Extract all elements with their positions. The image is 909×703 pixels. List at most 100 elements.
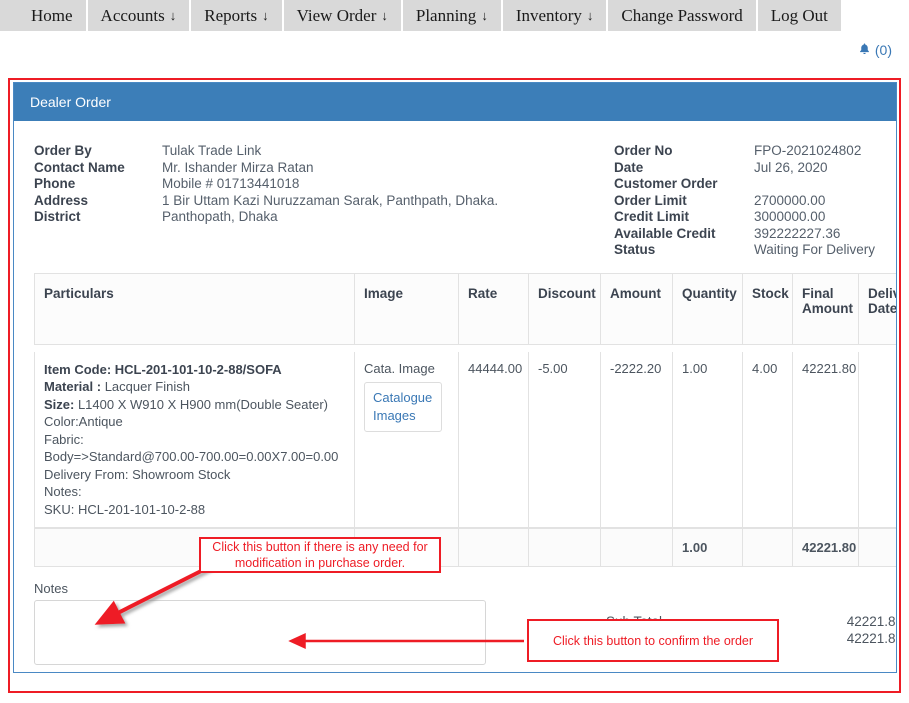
- meta-label: District: [34, 209, 81, 224]
- particular-key: Material :: [44, 379, 102, 394]
- page-title: Dealer Order: [30, 94, 111, 110]
- meta-label: Contact Name: [34, 159, 125, 175]
- particular-delivery-from: Delivery From: Showroom Stock: [44, 466, 231, 482]
- particular-key: Item Code:: [44, 361, 112, 377]
- nav-right-spacer: [842, 0, 909, 31]
- particular-color: Color:Antique: [44, 414, 123, 429]
- nav-item-planning[interactable]: Planning ↓: [402, 0, 501, 31]
- chevron-down-icon: ↓: [481, 8, 488, 23]
- order-items-table: Particulars Image Rate Discount Amount Q…: [34, 272, 896, 567]
- notification-indicator[interactable]: (0): [858, 42, 892, 58]
- nav-item-label: Reports: [204, 6, 258, 25]
- chevron-down-icon: ↓: [262, 8, 269, 23]
- notes-input[interactable]: [34, 600, 486, 665]
- meta-value: 2700000.00: [754, 192, 826, 208]
- nav-item-view-order[interactable]: View Order ↓: [283, 0, 401, 31]
- meta-row-date: Date Jul 26, 2020: [614, 160, 896, 177]
- column-header-discount: Discount: [528, 272, 600, 345]
- nav-item-label: Log Out: [770, 6, 828, 25]
- nav-item-label: Planning: [415, 6, 477, 25]
- table-header-row: Particulars Image Rate Discount Amount Q…: [34, 272, 896, 345]
- catalogue-images-link[interactable]: Catalogue Images: [364, 381, 442, 432]
- cell-quantity: 1.00: [672, 351, 742, 528]
- catalogue-images-link-line1[interactable]: Catalogue: [373, 390, 432, 405]
- panel-body: Order By Tulak Trade Link Contact Name M…: [14, 121, 896, 672]
- particular-sku: SKU: HCL-201-101-10-2-88: [44, 501, 206, 517]
- annotation-confirm-note: Click this button to confirm the order: [527, 619, 779, 662]
- panel-header: Dealer Order: [14, 83, 896, 121]
- meta-row-credit-limit: Credit Limit 3000000.00: [614, 209, 896, 226]
- column-header-rate: Rate: [458, 272, 528, 345]
- meta-value: Jul 26, 2020: [754, 159, 828, 175]
- total-cell-blank-discount: [528, 528, 600, 567]
- meta-row-available-credit: Available Credit 392222227.36: [614, 226, 896, 243]
- meta-row-order-by: Order By Tulak Trade Link: [34, 143, 614, 160]
- meta-value: FPO-2021024802: [754, 143, 862, 158]
- total-cell-blank-rate: [458, 528, 528, 567]
- meta-row-address: Address 1 Bir Uttam Kazi Nuruzzaman Sara…: [34, 193, 614, 210]
- nav-item-label: Accounts: [100, 6, 165, 25]
- table-row: Item Code: HCL-201-101-10-2-88/SOFA Mate…: [34, 351, 896, 528]
- total-cell-blank-stock: [742, 528, 792, 567]
- cell-discount: -5.00: [528, 351, 600, 528]
- catalogue-images-link-line2[interactable]: Images: [373, 408, 416, 423]
- table-header-body-gap: [34, 344, 896, 352]
- annotation-modify-note: Click this button if there is any need f…: [199, 537, 441, 573]
- bell-icon: [858, 42, 871, 58]
- nav-item-log-out[interactable]: Log Out: [757, 0, 841, 31]
- meta-value: 392222227.36: [754, 225, 841, 241]
- nav-item-accounts[interactable]: Accounts ↓: [87, 0, 190, 31]
- nav-item-label: Home: [31, 6, 73, 25]
- meta-label: Phone: [34, 176, 76, 191]
- particular-notes: Notes:: [44, 484, 82, 499]
- chevron-down-icon: ↓: [381, 8, 388, 23]
- order-summary: Order By Tulak Trade Link Contact Name M…: [14, 121, 896, 265]
- meta-row-status: Status Waiting For Delivery: [614, 242, 896, 259]
- meta-value: Tulak Trade Link: [162, 143, 262, 158]
- meta-value: Mr. Ishander Mirza Ratan: [162, 159, 314, 175]
- nav-item-inventory[interactable]: Inventory ↓: [502, 0, 607, 31]
- column-header-delivery-date: Delivery Date: [858, 272, 896, 345]
- meta-row-contact-name: Contact Name Mr. Ishander Mirza Ratan: [34, 160, 614, 177]
- meta-row-phone: Phone Mobile # 01713441018: [34, 176, 614, 193]
- meta-label: Available Credit: [614, 225, 716, 241]
- particular-value: HCL-201-101-10-2-88/SOFA: [111, 361, 282, 377]
- nav-item-label: Inventory: [515, 6, 582, 25]
- meta-label: Address: [34, 192, 89, 208]
- column-header-image: Image: [354, 272, 458, 345]
- column-header-amount: Amount: [600, 272, 672, 345]
- nav-item-reports[interactable]: Reports ↓: [191, 0, 282, 31]
- cell-amount: -2222.20: [600, 351, 672, 528]
- meta-label: Order Limit: [614, 192, 687, 208]
- meta-row-order-no: Order No FPO-2021024802: [614, 143, 896, 160]
- total-cell-blank-delivery: [858, 528, 896, 567]
- notification-bar: (0): [0, 31, 909, 69]
- notes-label: Notes: [34, 581, 68, 596]
- nav-item-label: View Order: [296, 6, 377, 25]
- particular-item-code: Item Code: HCL-201-101-10-2-88/SOFA: [44, 361, 345, 379]
- meta-label: Date: [614, 159, 644, 175]
- cell-image: Cata. Image Catalogue Images: [354, 351, 458, 528]
- cell-stock: 4.00: [742, 351, 792, 528]
- particular-size: Size: L1400 X W910 X H900 mm(Double Seat…: [44, 396, 345, 414]
- particular-material: Material : Lacquer Finish: [44, 378, 345, 396]
- nav-item-home[interactable]: Home: [18, 0, 86, 31]
- total-quantity: 1.00: [672, 528, 742, 567]
- particular-value: Lacquer Finish: [101, 379, 190, 394]
- particular-body: Body=>Standard@700.00-700.00=0.00X7.00=0…: [44, 449, 339, 464]
- order-party-info: Order By Tulak Trade Link Contact Name M…: [14, 143, 614, 259]
- particular-value: L1400 X W910 X H900 mm(Double Seater): [74, 396, 328, 412]
- nav-item-change-password[interactable]: Change Password: [608, 0, 756, 31]
- particular-key: Size:: [44, 396, 75, 412]
- dealer-order-panel: Dealer Order Order By Tulak Trade Link C…: [13, 82, 897, 673]
- chevron-down-icon: ↓: [586, 8, 594, 23]
- main-navigation: Home Accounts ↓ Reports ↓ View Order ↓ P…: [0, 0, 909, 31]
- column-header-stock: Stock: [742, 272, 792, 345]
- notification-count: (0): [874, 42, 892, 58]
- total-final-amount: 42221.80: [792, 528, 858, 567]
- meta-label: Credit Limit: [614, 209, 690, 224]
- meta-value: Mobile # 01713441018: [162, 176, 300, 191]
- chevron-down-icon: ↓: [169, 8, 177, 23]
- notes-section: Notes Send For Review Confirm Order: [34, 581, 514, 672]
- catalogue-image-label: Cata. Image: [364, 360, 435, 376]
